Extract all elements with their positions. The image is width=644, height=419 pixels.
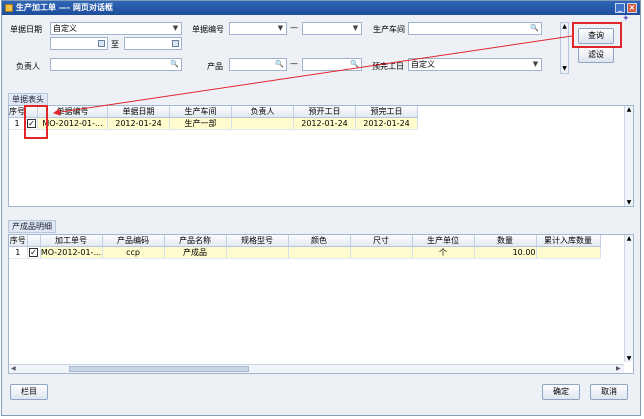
product-to-field[interactable]: 🔍: [302, 58, 362, 71]
doc-no-label: 单据编号: [192, 25, 224, 34]
column-header[interactable]: 预完工日: [355, 106, 418, 118]
close-icon[interactable]: ×: [627, 3, 637, 13]
window-title: 生产加工单 —- 网页对话框: [16, 3, 113, 12]
detail-table: 序号 加工单号 产品编码 产品名称 规格型号 颜色 尺寸 生产单位 数量 累计入库数量 1 ✓ MO-…: [9, 235, 601, 259]
column-header[interactable]: 生产单位: [412, 235, 475, 247]
columns-button[interactable]: 栏目: [10, 384, 48, 400]
date-from-field[interactable]: [50, 37, 108, 50]
chevron-down-icon: ▼: [172, 24, 179, 32]
table-cell: [226, 246, 289, 259]
scroll-down-icon[interactable]: ▼: [561, 65, 568, 73]
table-cell: 2012-01-24: [293, 117, 356, 130]
scroll-thumb[interactable]: [69, 366, 249, 372]
table-cell: [288, 246, 351, 259]
table-cell: 2012-01-24: [355, 117, 418, 130]
table-row[interactable]: 1 ✓ MO-2012-01-... 2012-01-24 生产一部 2012-01-24…: [9, 117, 418, 130]
ok-button[interactable]: 确定: [542, 384, 580, 400]
table-cell: ✓: [27, 246, 41, 259]
query-highlight-box: [572, 22, 622, 48]
table-cell: ccp: [102, 246, 165, 259]
table-cell: MO-2012-01-...: [37, 117, 108, 130]
doc-no-to-select[interactable]: ▼: [302, 22, 362, 35]
header-grid: 序号 单据编号 单据日期 生产车间 负责人 预开工日 预完工日 1 ✓ MO-2012-01-.…: [8, 105, 634, 207]
scroll-right-icon[interactable]: ▶: [616, 366, 622, 372]
owner-label: 负责人: [16, 62, 40, 71]
title-bar: 生产加工单 —- 网页对话框 _ ×: [2, 1, 640, 15]
header-table: 序号 单据编号 单据日期 生产车间 负责人 预开工日 预完工日 1 ✓ MO-2012-01-.…: [9, 106, 418, 130]
detail-vertical-scrollbar[interactable]: ▲ ▼: [624, 235, 633, 362]
detail-grid: 序号 加工单号 产品编码 产品名称 规格型号 颜色 尺寸 生产单位 数量 累计入库数量 1 ✓ MO-…: [8, 234, 634, 374]
product-from-field[interactable]: 🔍: [229, 58, 287, 71]
table-cell: MO-2012-01-...: [40, 246, 103, 259]
minimize-icon[interactable]: _: [615, 3, 625, 13]
table-cell: [231, 117, 294, 130]
dash-separator: —: [290, 23, 298, 32]
planned-finish-select-value: 自定义: [411, 60, 435, 69]
column-header[interactable]: 产品编码: [102, 235, 165, 247]
table-cell: 10.00: [474, 246, 537, 259]
table-cell: 2012-01-24: [107, 117, 170, 130]
column-header[interactable]: 加工单号: [40, 235, 103, 247]
product-label: 产品: [207, 62, 223, 71]
column-header[interactable]: 单据日期: [107, 106, 170, 118]
filter-scrollbar[interactable]: ▲ ▼: [560, 22, 569, 74]
chevron-down-icon: ▼: [277, 24, 284, 32]
column-header[interactable]: 数量: [474, 235, 537, 247]
row-checkbox[interactable]: ✓: [29, 248, 38, 257]
column-header[interactable]: 预开工日: [293, 106, 356, 118]
column-header[interactable]: 颜色: [288, 235, 351, 247]
table-cell: 1: [9, 246, 28, 259]
column-header[interactable]: [27, 235, 41, 247]
checkbox-highlight-box: [24, 105, 48, 139]
scroll-down-icon[interactable]: ▼: [625, 199, 633, 206]
scroll-up-icon[interactable]: ▲: [625, 106, 633, 113]
doc-no-from-select[interactable]: ▼: [229, 22, 287, 35]
dialog-window: 生产加工单 —- 网页对话框 _ × 单据日期 自定义 ▼ 至 单据编号 ▼ —…: [1, 0, 641, 416]
table-cell: [350, 246, 413, 259]
workshop-label: 生产车间: [373, 25, 405, 34]
planned-finish-label: 预完工日: [372, 62, 404, 71]
cancel-button[interactable]: 取消: [590, 384, 628, 400]
calendar-icon[interactable]: [98, 40, 105, 47]
scroll-left-icon[interactable]: ◀: [11, 366, 17, 372]
workshop-field[interactable]: 🔍: [408, 22, 542, 35]
column-header[interactable]: 产品名称: [164, 235, 227, 247]
chevron-down-icon: ▼: [352, 24, 359, 32]
column-header[interactable]: 规格型号: [226, 235, 289, 247]
header-vertical-scrollbar[interactable]: ▲ ▼: [624, 106, 633, 206]
date-to-label: 至: [111, 40, 119, 49]
search-icon[interactable]: 🔍: [275, 60, 284, 69]
app-icon: [5, 4, 13, 12]
column-header[interactable]: 生产车间: [169, 106, 232, 118]
planned-finish-select[interactable]: 自定义 ▼: [408, 58, 542, 71]
doc-date-select-value: 自定义: [53, 24, 77, 33]
column-header[interactable]: 负责人: [231, 106, 294, 118]
calendar-icon[interactable]: [172, 40, 179, 47]
table-cell: [536, 246, 601, 259]
detail-section-title: 产成品明细: [8, 220, 56, 233]
scroll-up-icon[interactable]: ▲: [561, 23, 568, 31]
chevron-down-icon: ▼: [532, 60, 539, 68]
table-cell: 生产一部: [169, 117, 232, 130]
search-icon[interactable]: 🔍: [350, 60, 359, 69]
scroll-up-icon[interactable]: ▲: [625, 235, 633, 242]
filter-button[interactable]: 滤设: [578, 47, 614, 63]
dash-separator: —: [290, 59, 298, 68]
column-header[interactable]: 尺寸: [350, 235, 413, 247]
column-header[interactable]: 累计入库数量: [536, 235, 601, 247]
sparkle-icon: ✦: [622, 14, 630, 24]
table-cell: 个: [412, 246, 475, 259]
search-icon[interactable]: 🔍: [170, 60, 179, 69]
table-row[interactable]: 1 ✓ MO-2012-01-... ccp 产成品 个 10.00: [9, 246, 601, 259]
owner-field[interactable]: 🔍: [50, 58, 182, 71]
detail-horizontal-scrollbar[interactable]: ◀ ▶: [9, 364, 624, 373]
scroll-down-icon[interactable]: ▼: [625, 355, 633, 362]
column-header[interactable]: 单据编号: [37, 106, 108, 118]
doc-date-label: 单据日期: [10, 25, 42, 34]
column-header[interactable]: 序号: [9, 235, 28, 247]
doc-date-select[interactable]: 自定义 ▼: [50, 22, 182, 35]
date-to-field[interactable]: [124, 37, 182, 50]
table-cell: 产成品: [164, 246, 227, 259]
search-icon[interactable]: 🔍: [530, 24, 539, 33]
